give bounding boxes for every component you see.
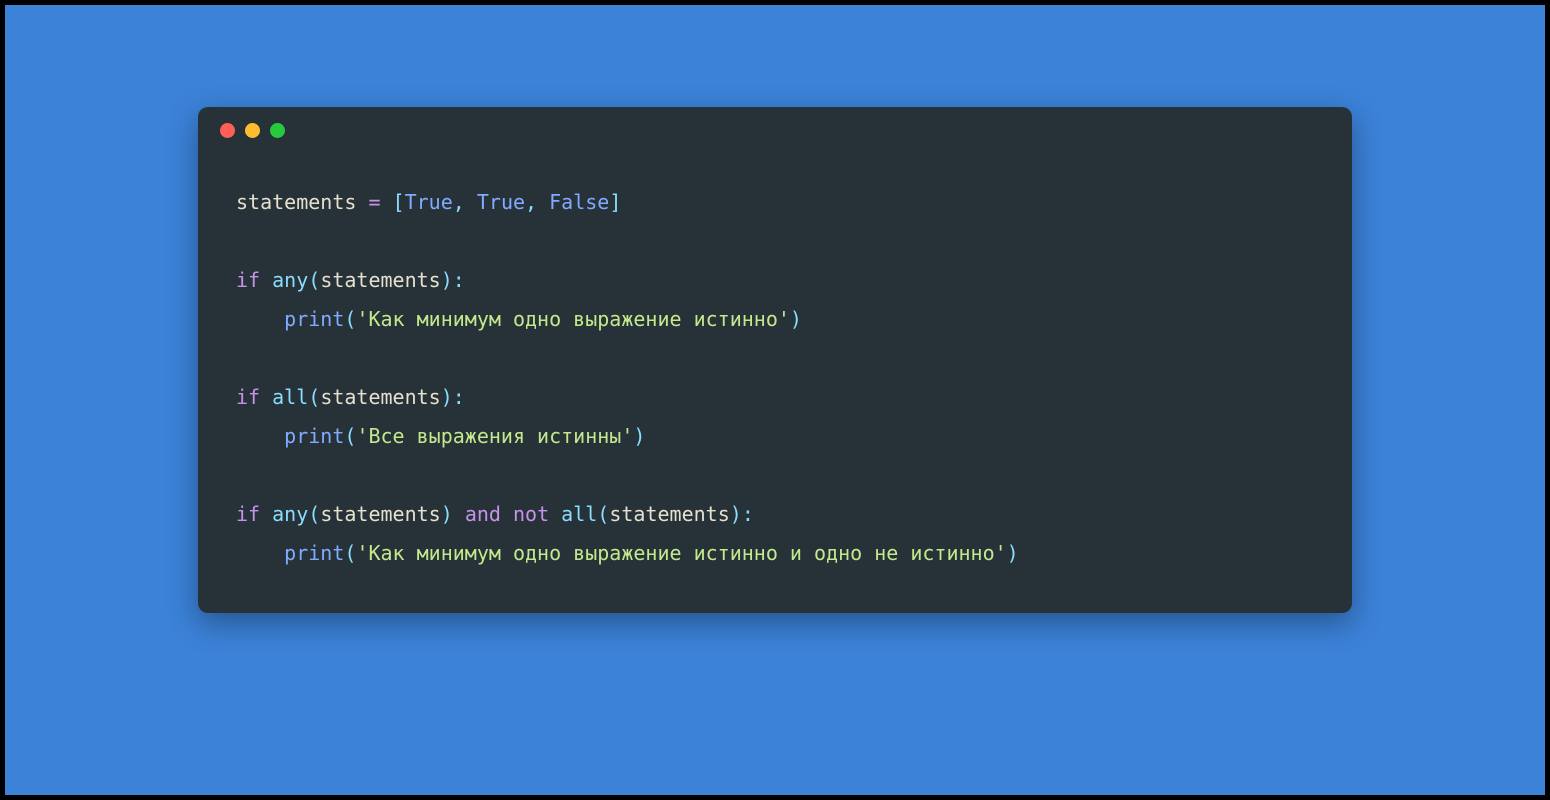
token-comma: , [525,190,549,214]
token-func-all: all [272,385,308,409]
token-func-any: any [272,502,308,526]
code-line-10: print('Как минимум одно выражение истинн… [236,541,1019,565]
window-titlebar [198,107,1352,153]
token-func-print: print [284,424,344,448]
token-func-all: all [561,502,597,526]
token-keyword-if: if [236,502,260,526]
code-line-6: if all(statements): [236,385,465,409]
token-paren-close: ) [633,424,645,448]
token-paren-open: ( [344,424,356,448]
token-paren-close: ) [441,268,453,292]
page-background: statements = [True, True, False] if any(… [5,5,1545,795]
token-bool-false: False [549,190,609,214]
token-keyword-if: if [236,385,260,409]
token-variable: statements [320,268,440,292]
token-variable: statements [320,385,440,409]
token-keyword-if: if [236,268,260,292]
token-bool-true: True [477,190,525,214]
token-paren-open: ( [308,268,320,292]
token-bracket-close: ] [609,190,621,214]
token-func-print: print [284,307,344,331]
token-func-any: any [272,268,308,292]
token-colon: : [453,385,465,409]
token-paren-close: ) [1007,541,1019,565]
token-paren-close: ) [730,502,742,526]
token-variable: statements [609,502,729,526]
token-paren-close: ) [441,502,453,526]
code-line-3: if any(statements): [236,268,465,292]
token-func-print: print [284,541,344,565]
token-variable: statements [236,190,356,214]
token-string: 'Все выражения истинны' [356,424,633,448]
code-block: statements = [True, True, False] if any(… [198,153,1352,613]
token-operator: = [356,190,392,214]
token-string: 'Как минимум одно выражение истинно и од… [356,541,1006,565]
token-variable: statements [320,502,440,526]
token-paren-close: ) [790,307,802,331]
token-string: 'Как минимум одно выражение истинно' [356,307,789,331]
code-line-4: print('Как минимум одно выражение истинн… [236,307,802,331]
maximize-icon[interactable] [270,123,285,138]
token-comma: , [453,190,477,214]
token-bracket-open: [ [393,190,405,214]
token-keyword-not: not [513,502,549,526]
token-keyword-and: and [465,502,501,526]
code-line-7: print('Все выражения истинны') [236,424,645,448]
token-paren-open: ( [308,385,320,409]
token-colon: : [453,268,465,292]
minimize-icon[interactable] [245,123,260,138]
code-line-1: statements = [True, True, False] [236,190,621,214]
token-paren-close: ) [441,385,453,409]
token-paren-open: ( [344,307,356,331]
token-paren-open: ( [344,541,356,565]
close-icon[interactable] [220,123,235,138]
code-line-9: if any(statements) and not all(statement… [236,502,754,526]
token-paren-open: ( [308,502,320,526]
token-paren-open: ( [597,502,609,526]
code-window: statements = [True, True, False] if any(… [198,107,1352,613]
token-bool-true: True [405,190,453,214]
token-colon: : [742,502,754,526]
